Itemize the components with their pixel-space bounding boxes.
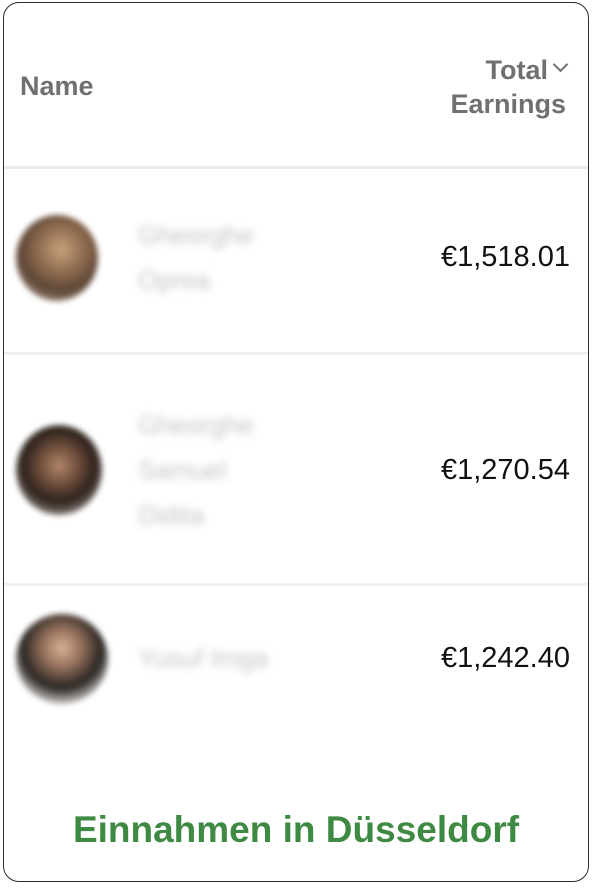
avatar <box>16 614 108 704</box>
chevron-down-icon[interactable] <box>552 56 569 73</box>
user-name: Gheorghe Samuel Didita <box>138 410 254 530</box>
user-name: Gheorghe Oprea <box>138 220 254 295</box>
column-header-total-line2: Earnings <box>450 89 566 119</box>
user-name: Yusuf Imga <box>138 643 269 673</box>
earnings-value: €1,242.40 <box>440 642 570 674</box>
earnings-value: €1,518.01 <box>440 241 570 273</box>
avatar <box>16 215 98 301</box>
table-header: Name Total Earnings <box>4 3 588 169</box>
column-header-total-line1: Total <box>485 55 549 85</box>
leaderboard-card: Name Total Earnings Gheorghe Oprea €1,51… <box>3 2 589 882</box>
earnings-value: €1,270.54 <box>440 454 570 486</box>
column-header-total-earnings[interactable]: Total Earnings <box>450 53 569 121</box>
table-row[interactable]: Gheorghe Samuel Didita €1,270.54 <box>4 355 588 586</box>
table-row[interactable]: Yusuf Imga €1,242.40 <box>4 586 588 736</box>
column-header-name[interactable]: Name <box>20 71 94 102</box>
table-row[interactable]: Gheorghe Oprea €1,518.01 <box>4 169 588 355</box>
avatar <box>16 425 102 515</box>
caption: Einnahmen in Düsseldorf <box>72 809 520 850</box>
